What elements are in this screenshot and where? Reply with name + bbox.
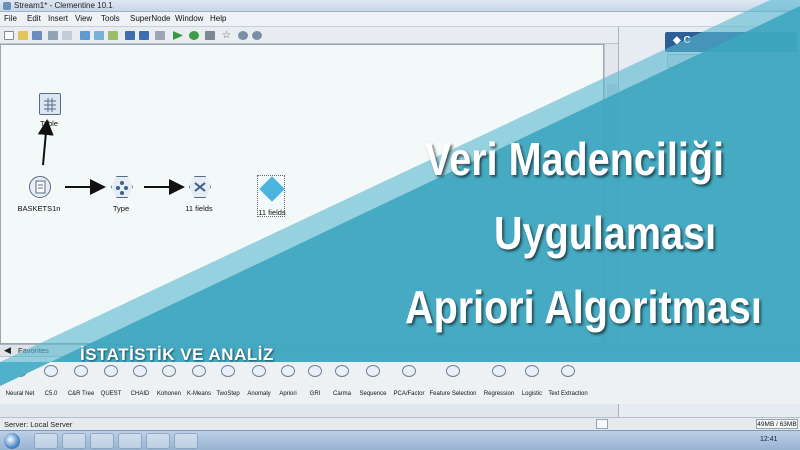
window-title: Stream1* - Clementine 10.1 — [14, 1, 113, 10]
undo-icon[interactable] — [125, 31, 135, 40]
menu-edit[interactable]: Edit — [27, 14, 41, 23]
menu-view[interactable]: View — [75, 14, 92, 23]
menu-window[interactable]: Window — [175, 14, 203, 23]
taskbar-media-icon[interactable] — [90, 433, 114, 449]
print-icon[interactable] — [48, 31, 58, 40]
c50-icon — [44, 365, 58, 377]
banner-title-line2: Uygulaması — [494, 207, 717, 259]
save-icon[interactable] — [32, 31, 42, 40]
menu-bar: File Edit Insert View Tools SuperNode Wi… — [0, 12, 800, 27]
chaid-icon — [133, 365, 147, 377]
kmeans-icon — [192, 365, 206, 377]
clementine-logo-header: ◆ C — [665, 32, 797, 52]
banner-title-line3: Apriori Algoritması — [405, 281, 762, 333]
run-icon[interactable] — [173, 31, 183, 40]
palette-prev-icon[interactable]: ◀ — [4, 345, 11, 356]
anomaly-icon — [252, 365, 266, 377]
zoom-in-icon[interactable] — [238, 31, 248, 40]
banner-subtitle: İSTATİSTİK VE ANALİZ — [80, 345, 274, 364]
quest-icon — [104, 365, 118, 377]
supernode-icon[interactable] — [155, 31, 165, 40]
paste-icon[interactable] — [108, 31, 118, 40]
taskbar-ie-icon[interactable] — [34, 433, 58, 449]
run-selection-icon[interactable] — [189, 31, 199, 40]
source-node-label: BASKETS1n — [17, 204, 61, 213]
apriori-node[interactable]: 11 fields — [257, 175, 286, 217]
table-node-label: Table — [40, 119, 58, 128]
status-indicator-icon — [596, 419, 608, 429]
taskbar: 12:41 — [0, 430, 800, 450]
sequence-icon — [366, 365, 380, 377]
kohonen-icon — [162, 365, 176, 377]
type-node-label: Type — [112, 204, 130, 213]
cut-icon[interactable] — [80, 31, 90, 40]
menu-help[interactable]: Help — [210, 14, 226, 23]
memory-usage: 49MB / 63MB — [756, 419, 798, 429]
redo-icon[interactable] — [139, 31, 149, 40]
stop-icon[interactable] — [205, 31, 215, 40]
regression-icon — [492, 365, 506, 377]
taskbar-clock: 12:41 — [760, 436, 778, 443]
zoom-out-icon[interactable] — [252, 31, 262, 40]
app-icon — [3, 2, 11, 10]
star-icon[interactable]: ☆ — [222, 31, 232, 41]
twostep-icon — [221, 365, 235, 377]
new-icon[interactable] — [4, 31, 14, 40]
print-preview-icon[interactable] — [62, 31, 72, 40]
open-icon[interactable] — [18, 31, 28, 40]
neural-net-icon — [13, 365, 27, 377]
menu-insert[interactable]: Insert — [48, 14, 68, 23]
pca-factor-icon — [402, 365, 416, 377]
manager-tabs[interactable] — [667, 54, 797, 68]
apriori-icon — [281, 365, 295, 377]
text-extraction-icon — [561, 365, 575, 377]
logistic-icon — [525, 365, 539, 377]
taskbar-recorder-icon[interactable] — [174, 433, 198, 449]
table-icon — [39, 93, 61, 115]
cr-tree-icon — [74, 365, 88, 377]
carma-icon — [335, 365, 349, 377]
filter-node-label: 11 fields — [185, 204, 213, 213]
copy-icon[interactable] — [94, 31, 104, 40]
feature-selection-icon — [446, 365, 460, 377]
taskbar-clementine-icon[interactable] — [146, 433, 170, 449]
taskbar-chrome-icon[interactable] — [118, 433, 142, 449]
banner-title-line1: Veri Madenciliği — [425, 133, 725, 185]
apriori-node-label: 11 fields — [258, 208, 286, 217]
source-file-icon — [29, 176, 51, 198]
status-bar: Server: Local Server 49MB / 63MB — [0, 417, 800, 430]
gri-icon — [308, 365, 322, 377]
palette-tab-favorites[interactable]: Favorites — [18, 346, 49, 355]
menu-tools[interactable]: Tools — [101, 14, 120, 23]
apriori-model-icon — [259, 176, 285, 202]
clementine-logo: ◆ C — [673, 35, 691, 46]
start-button[interactable] — [4, 433, 20, 449]
taskbar-explorer-icon[interactable] — [62, 433, 86, 449]
menu-file[interactable]: File — [4, 14, 17, 23]
menu-supernode[interactable]: SuperNode — [130, 14, 170, 23]
server-status: Server: Local Server — [4, 420, 73, 429]
title-bar: Stream1* - Clementine 10.1 — [0, 0, 800, 12]
